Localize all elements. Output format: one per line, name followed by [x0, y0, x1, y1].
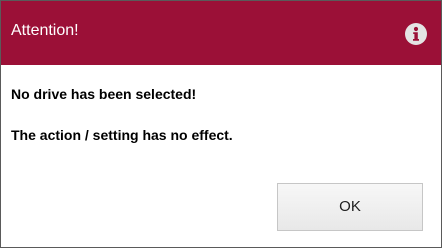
dialog-titlebar: Attention!	[1, 1, 441, 65]
dialog-title: Attention!	[11, 22, 79, 39]
attention-dialog: Attention! No drive has been selected! T…	[0, 0, 442, 248]
ok-button[interactable]: OK	[277, 183, 423, 231]
message-no-effect: The action / setting has no effect.	[11, 127, 233, 143]
info-icon	[405, 23, 427, 45]
message-no-drive: No drive has been selected!	[11, 86, 197, 102]
